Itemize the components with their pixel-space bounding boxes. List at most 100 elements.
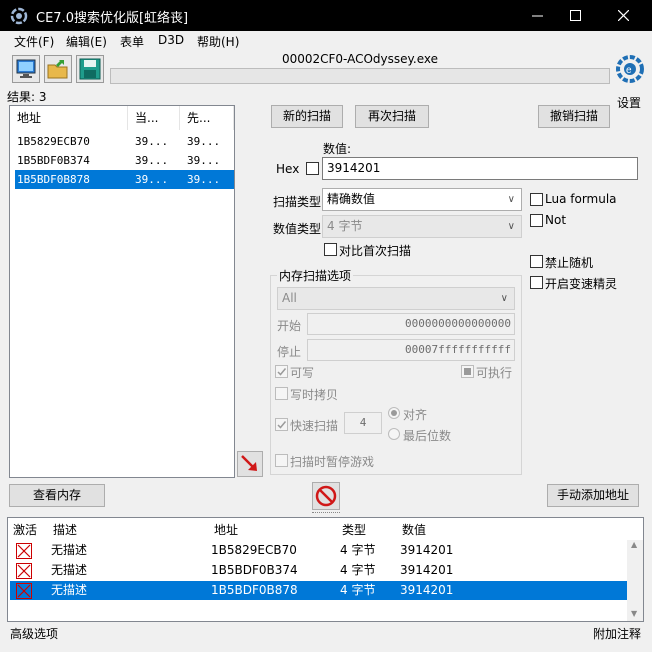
address-list-scrollbar[interactable]: ▲ ▼ [627,540,643,621]
maximize-icon [569,10,581,21]
pause-game-checkbox[interactable] [275,454,288,467]
add-address-manually-button[interactable]: 手动添加地址 [547,484,639,507]
scan-progress-bar [110,68,610,84]
cross-icon [17,544,31,558]
active-checkbox[interactable] [16,543,32,559]
scan-results-list[interactable]: 地址 当... 先... 1B5829ECB70 39... 39... 1B5… [9,105,235,478]
address-value-address: 1B5829ECB70 [211,543,297,557]
result-previous: 39... [187,154,221,167]
arrow-down-right-icon [241,455,257,471]
computer-icon [16,59,36,78]
new-scan-button[interactable]: 新的扫描 [271,105,343,128]
value-type-value: 4 字节 [327,219,363,233]
table-comments-link[interactable]: 附加注释 [593,625,641,642]
column-address[interactable]: 地址 [10,106,128,130]
clear-list-button[interactable] [312,482,340,510]
result-row[interactable]: 1B5BDF0B374 39... 39... [15,151,234,170]
fast-scan-value-input[interactable]: 4 [344,412,382,434]
value-input[interactable]: 3914201 [322,157,638,180]
save-button[interactable] [76,55,104,83]
close-icon [617,10,629,21]
hex-label: Hex [276,162,300,176]
start-label: 开始 [277,319,302,333]
writable-label: 可写 [290,366,315,380]
alignment-radio[interactable] [388,407,400,419]
advanced-options-link[interactable]: 高级选项 [10,625,58,642]
scroll-down-icon[interactable]: ▼ [631,609,637,618]
column-value[interactable]: 数值 [402,521,426,538]
lua-formula-checkbox[interactable] [530,193,543,206]
executable-checkbox[interactable] [461,365,474,378]
address-row[interactable]: 无描述 1B5BDF0B374 4 字节 3914201 [10,561,632,580]
column-type[interactable]: 类型 [342,521,366,538]
result-row[interactable]: 1B5829ECB70 39... 39... [15,132,234,151]
column-description[interactable]: 描述 [53,521,77,538]
address-type: 4 字节 [340,563,376,577]
address-type: 4 字节 [340,583,376,597]
start-address-input[interactable]: 0000000000000000 [307,313,515,335]
column-current[interactable]: 当... [128,106,180,130]
speedhack-label: 开启变速精灵 [545,277,618,291]
writable-checkbox[interactable] [275,365,288,378]
menu-table[interactable]: 表单 [120,33,144,50]
cheat-engine-icon [10,7,28,25]
result-current: 39... [135,173,169,186]
cheat-engine-logo-icon: e [616,55,644,83]
address-type: 4 字节 [340,543,376,557]
column-active[interactable]: 激活 [13,521,37,538]
settings-label[interactable]: 设置 [617,94,641,111]
result-current: 39... [135,135,169,148]
active-checkbox[interactable] [16,583,32,599]
memory-region-select[interactable]: All ∨ [277,287,515,310]
pause-game-label: 扫描时暂停游戏 [290,455,375,469]
menu-file[interactable]: 文件(F) [14,33,54,50]
no-entry-icon [315,485,337,507]
splitter-handle[interactable] [312,512,340,515]
maximize-button[interactable] [552,0,598,31]
column-address[interactable]: 地址 [214,521,238,538]
hex-checkbox[interactable] [306,162,319,175]
active-checkbox[interactable] [16,563,32,579]
add-selected-to-list-button[interactable] [237,451,263,477]
value-label: 数值: [323,142,352,156]
scroll-up-icon[interactable]: ▲ [631,540,637,549]
copy-on-write-label: 写时拷贝 [290,388,339,402]
last-digits-radio[interactable] [388,428,400,440]
scan-type-select[interactable]: 精确数值 ∨ [322,188,522,211]
close-button[interactable] [600,0,646,31]
compare-first-checkbox[interactable] [324,243,337,256]
menu-help[interactable]: 帮助(H) [197,33,239,50]
svg-text:e: e [626,65,632,76]
menu-d3d[interactable]: D3D [158,33,184,47]
address-row[interactable]: 无描述 1B5829ECB70 4 字节 3914201 [10,541,632,560]
open-process-button[interactable] [12,55,40,83]
value-type-select[interactable]: 4 字节 ∨ [322,215,522,238]
address-row[interactable]: 无描述 1B5BDF0B878 4 字节 3914201 [10,581,632,600]
undo-scan-button[interactable]: 撤销扫描 [538,105,610,128]
view-memory-button[interactable]: 查看内存 [9,484,105,507]
address-list[interactable]: 激活 描述 地址 类型 数值 无描述 1B5829ECB70 4 字节 3914… [7,517,644,622]
menu-edit[interactable]: 编辑(E) [66,33,107,50]
executable-label: 可执行 [476,366,513,380]
not-label: Not [545,213,567,227]
lua-formula-label: Lua formula [545,192,617,206]
fast-scan-label: 快速扫描 [290,419,339,433]
disable-random-checkbox[interactable] [530,255,543,268]
fast-scan-checkbox[interactable] [275,418,288,431]
copy-on-write-checkbox[interactable] [275,387,288,400]
stop-address-input[interactable]: 00007fffffffffff [307,339,515,361]
title-bar: CE7.0搜索优化版[虹络丧] [0,0,652,31]
check-icon [277,421,287,429]
not-checkbox[interactable] [530,214,543,227]
speedhack-checkbox[interactable] [530,276,543,289]
settings-button[interactable]: e [615,52,645,90]
next-scan-button[interactable]: 再次扫描 [355,105,429,128]
result-address: 1B5829ECB70 [17,135,90,148]
stop-label: 停止 [277,345,302,359]
open-file-button[interactable] [44,55,72,83]
process-name: 00002CF0-ACOdyssey.exe [281,52,439,66]
column-previous[interactable]: 先... [180,106,234,130]
result-row[interactable]: 1B5BDF0B878 39... 39... [15,170,234,189]
minimize-icon [531,15,543,17]
address-description: 无描述 [51,563,88,577]
